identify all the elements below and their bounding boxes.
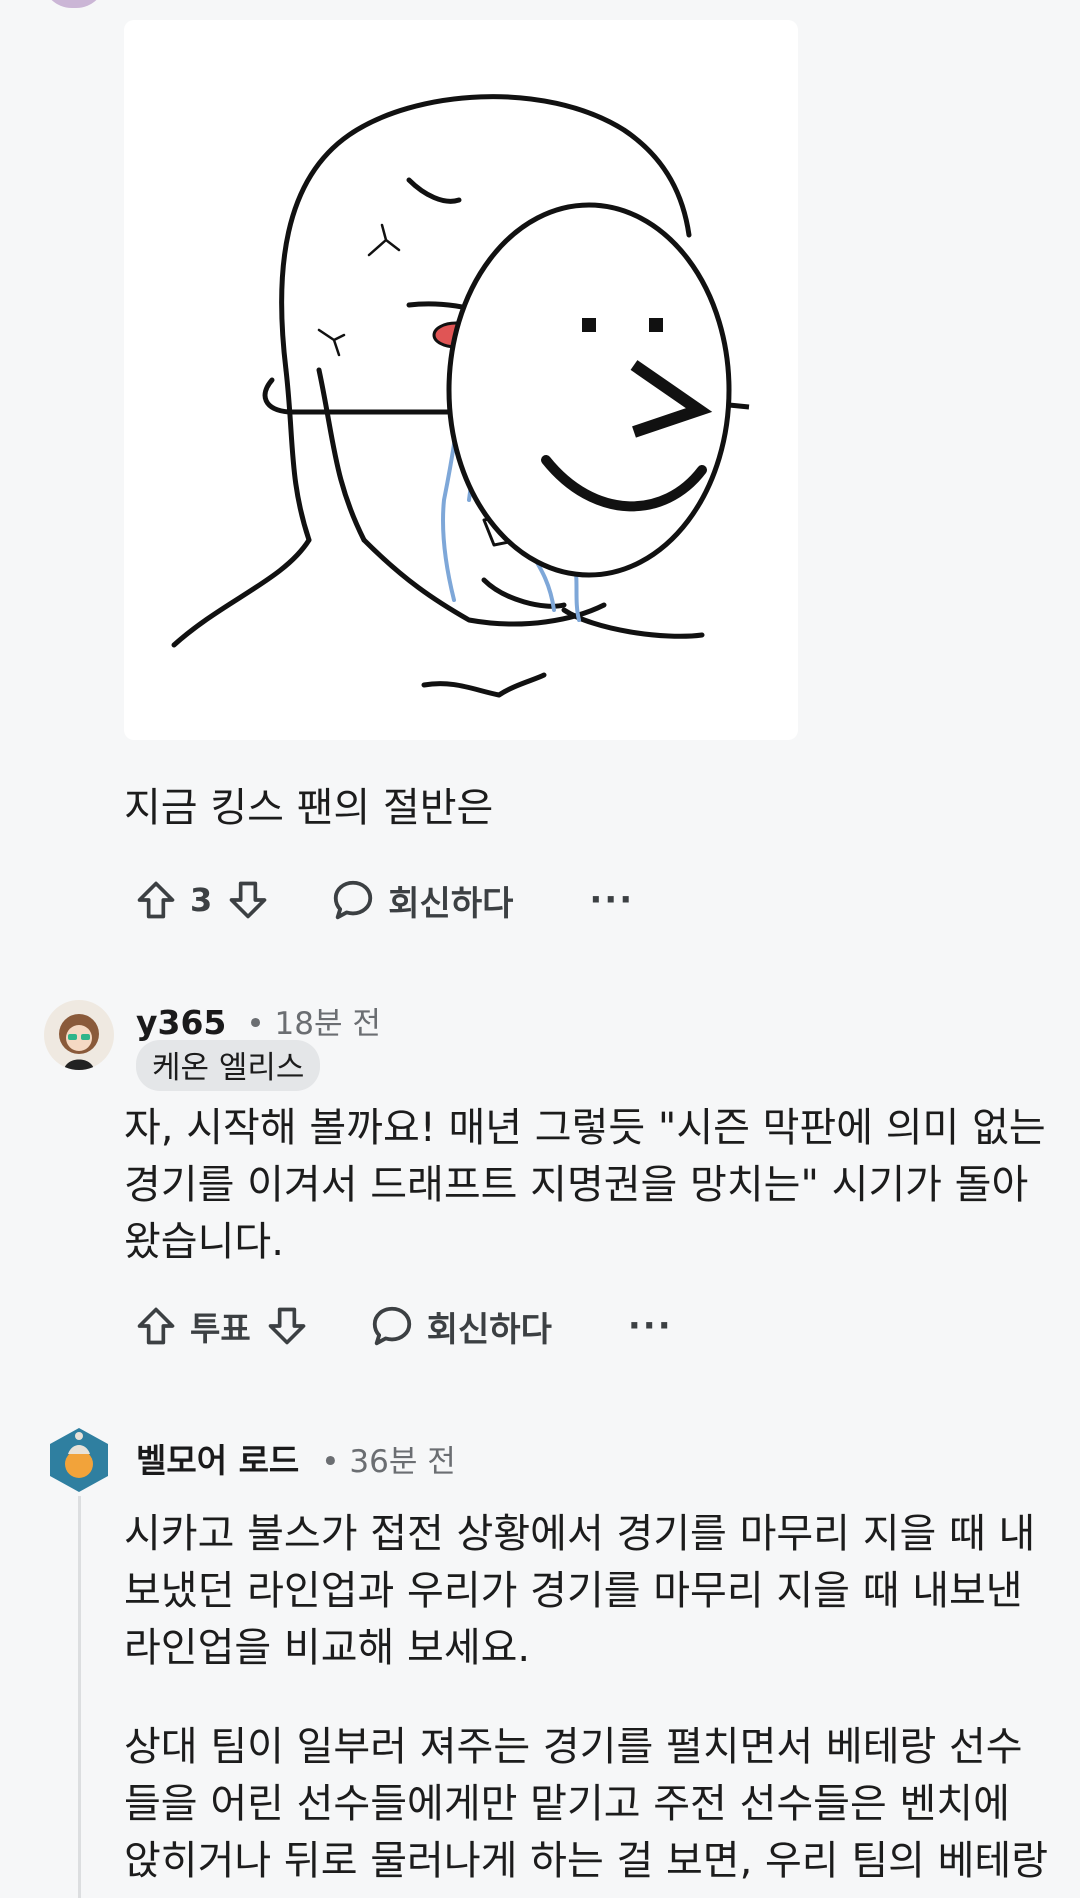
reply-button[interactable]: 회신하다: [369, 1302, 552, 1351]
user-flair: 케온 엘리스: [136, 1040, 321, 1091]
comment-body: 자, 시작해 볼까요! 매년 그렇듯 "시즌 막판에 의미 없는 경기를 이겨서…: [124, 1105, 1046, 1265]
comment-header: 벨모어 로드 • 36분 전: [136, 1434, 456, 1482]
comment-actions: 투표 회신하다 ···: [134, 1296, 673, 1356]
arrow-up-icon: [137, 881, 175, 919]
comment-body-paragraph-2: 상대 팀이 일부러 져주는 경기를 펼치면서 베테랑 선수 들을 어린 선수들에…: [124, 1724, 1049, 1884]
user-flair-container: 케온 엘리스: [136, 1040, 321, 1091]
vote-label: 투표: [190, 1309, 251, 1348]
thread-line[interactable]: [78, 1496, 81, 1898]
reply-label: 회신하다: [426, 1309, 552, 1350]
previous-comment-avatar[interactable]: [42, 0, 106, 8]
user-avatar-icon: [59, 1014, 99, 1070]
reply-label: 회신하다: [388, 883, 514, 924]
downvote-button[interactable]: [265, 1304, 309, 1348]
vote-count: 3: [190, 881, 213, 919]
user-avatar-icon: [50, 1428, 108, 1492]
comment-image-wojak-mask[interactable]: [124, 20, 798, 740]
more-options-button[interactable]: ···: [589, 880, 634, 920]
reply-button[interactable]: 회신하다: [330, 876, 513, 925]
speech-bubble-icon: [334, 880, 373, 920]
comment-body-paragraph-1: 시카고 불스가 접전 상황에서 경기를 마무리 지을 때 내 보냈던 라인업과 …: [124, 1511, 1036, 1671]
upvote-button[interactable]: [134, 878, 178, 922]
comment-actions: 3 회신하다 ···: [134, 870, 634, 930]
speech-bubble-icon: [372, 1306, 411, 1346]
more-options-button[interactable]: ···: [628, 1306, 673, 1346]
upvote-button[interactable]: [134, 1304, 178, 1348]
comment-timestamp: • 36분 전: [321, 1444, 456, 1480]
arrow-down-icon: [229, 881, 267, 919]
comment-body: 지금 킹스 팬의 절반은: [124, 785, 494, 831]
avatar[interactable]: [44, 1000, 114, 1070]
username[interactable]: 벨모어 로드: [136, 1434, 299, 1482]
downvote-button[interactable]: [226, 878, 270, 922]
avatar[interactable]: [46, 1424, 112, 1496]
arrow-up-icon: [137, 1307, 175, 1345]
comment-timestamp: • 18분 전: [246, 1006, 381, 1042]
username[interactable]: y365: [136, 1003, 226, 1042]
comment-header: y365 • 18분 전: [136, 998, 381, 1043]
arrow-down-icon: [268, 1307, 306, 1345]
